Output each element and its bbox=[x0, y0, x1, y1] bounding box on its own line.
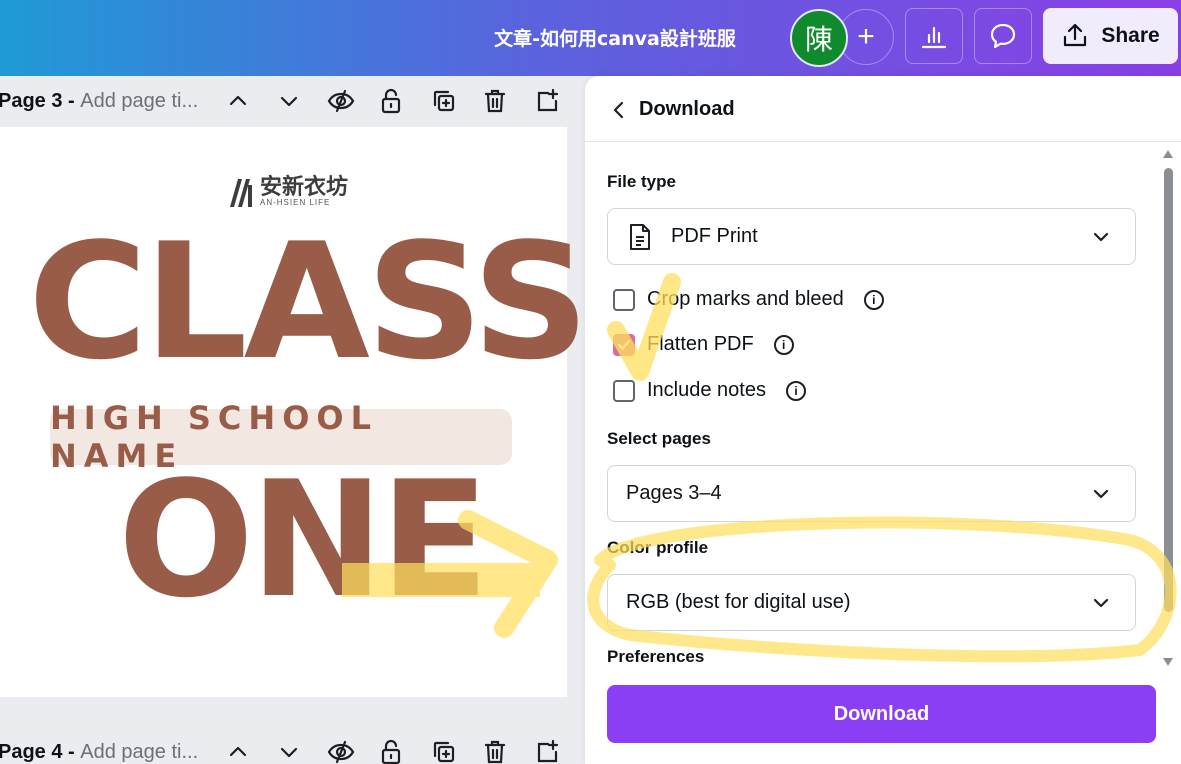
flatten-pdf-checkbox[interactable] bbox=[613, 333, 635, 356]
chevron-down-icon bbox=[280, 96, 298, 107]
share-label: Share bbox=[1101, 24, 1160, 47]
select-pages-dropdown[interactable]: Pages 3–4 bbox=[607, 465, 1136, 522]
file-type-value: PDF Print bbox=[671, 225, 758, 247]
page-4-header: Page 4 - Add page ti... bbox=[0, 727, 575, 764]
color-profile-label: Color profile bbox=[607, 538, 709, 557]
add-page-button[interactable] bbox=[532, 737, 562, 764]
page-4-title[interactable]: Page 4 - Add page ti... bbox=[0, 741, 198, 764]
editor-top-bar: 文章-如何用canva設計班服 + 陳 Share bbox=[0, 0, 1181, 76]
select-pages-value: Pages 3–4 bbox=[626, 482, 722, 504]
share-button[interactable]: Share bbox=[1043, 8, 1178, 64]
add-page-icon bbox=[537, 739, 559, 763]
download-button[interactable]: Download bbox=[607, 685, 1156, 743]
brand-logo[interactable]: 安新衣坊 AN-HSIEN LIFE bbox=[228, 174, 349, 207]
eye-slash-icon bbox=[327, 740, 355, 764]
comment-icon bbox=[990, 23, 1016, 49]
duplicate-icon bbox=[433, 90, 455, 112]
hide-page-button[interactable] bbox=[326, 86, 356, 116]
eye-slash-icon bbox=[327, 89, 355, 113]
info-icon[interactable]: i bbox=[785, 380, 806, 401]
file-type-select[interactable]: PDF Print bbox=[607, 208, 1136, 265]
chevron-down-icon bbox=[1093, 489, 1109, 499]
move-page-up-button[interactable] bbox=[223, 86, 253, 116]
duplicate-icon bbox=[433, 741, 455, 763]
insights-button[interactable] bbox=[905, 8, 963, 64]
select-pages-label: Select pages bbox=[607, 429, 711, 448]
plus-icon: + bbox=[857, 20, 875, 53]
page-3-number: Page 3 - bbox=[0, 89, 81, 112]
scroll-up-arrow-icon[interactable] bbox=[1163, 150, 1173, 158]
delete-page-button[interactable] bbox=[480, 86, 510, 116]
info-icon[interactable]: i bbox=[773, 334, 794, 355]
color-profile-value: RGB (best for digital use) bbox=[626, 591, 851, 613]
trash-icon bbox=[484, 89, 506, 113]
back-chevron-icon[interactable] bbox=[609, 100, 629, 120]
delete-page-button[interactable] bbox=[480, 737, 510, 764]
headline-one[interactable]: ONE bbox=[118, 460, 489, 620]
move-page-down-button[interactable] bbox=[274, 737, 304, 764]
upload-icon bbox=[1064, 23, 1087, 47]
headline-class[interactable]: CLASS bbox=[28, 222, 589, 382]
download-panel-title: Download bbox=[639, 98, 735, 120]
panel-scrollbar[interactable] bbox=[1161, 150, 1175, 690]
page-3-title-placeholder[interactable]: Add page ti... bbox=[80, 90, 198, 112]
move-page-down-button[interactable] bbox=[274, 86, 304, 116]
chevron-down-icon bbox=[280, 747, 298, 758]
move-page-up-button[interactable] bbox=[223, 737, 253, 764]
checkmark-icon bbox=[617, 339, 631, 350]
file-type-label: File type bbox=[607, 172, 676, 191]
chevron-down-icon bbox=[1093, 598, 1109, 608]
lock-icon bbox=[381, 739, 401, 764]
page-4-title-placeholder[interactable]: Add page ti... bbox=[80, 741, 198, 763]
lock-icon bbox=[381, 88, 401, 114]
page-4-number: Page 4 - bbox=[0, 740, 81, 763]
chevron-up-icon bbox=[229, 95, 247, 106]
design-page-3[interactable]: 安新衣坊 AN-HSIEN LIFE CLASS HIGH SCHOOL NAM… bbox=[0, 127, 589, 697]
download-panel-header: Download bbox=[585, 76, 1181, 142]
preferences-label: Preferences bbox=[607, 647, 705, 666]
info-icon[interactable]: i bbox=[863, 289, 884, 310]
chevron-up-icon bbox=[229, 746, 247, 757]
bar-chart-icon bbox=[921, 26, 947, 49]
include-notes-checkbox[interactable] bbox=[613, 379, 635, 402]
option-flatten-pdf[interactable]: Flatten PDF i bbox=[613, 333, 794, 356]
trash-icon bbox=[484, 740, 506, 764]
lock-page-button[interactable] bbox=[376, 86, 406, 116]
user-avatar[interactable]: 陳 bbox=[790, 9, 848, 67]
page-3-title[interactable]: Page 3 - Add page ti... bbox=[0, 90, 198, 113]
brand-logo-text: 安新衣坊 bbox=[260, 174, 349, 200]
duplicate-page-button[interactable] bbox=[429, 737, 459, 764]
brand-mark-icon bbox=[230, 179, 252, 207]
crop-marks-checkbox[interactable] bbox=[613, 288, 635, 311]
page-3-header: Page 3 - Add page ti... bbox=[0, 76, 575, 126]
lock-page-button[interactable] bbox=[376, 737, 406, 764]
download-panel: Download File type PDF Print Crop marks … bbox=[585, 76, 1181, 764]
duplicate-page-button[interactable] bbox=[429, 86, 459, 116]
scroll-thumb[interactable] bbox=[1164, 168, 1173, 612]
scroll-down-arrow-icon[interactable] bbox=[1163, 658, 1173, 666]
hide-page-button[interactable] bbox=[326, 737, 356, 764]
option-include-notes[interactable]: Include notes i bbox=[613, 379, 806, 402]
comments-button[interactable] bbox=[974, 8, 1032, 64]
chevron-down-icon bbox=[1093, 232, 1109, 242]
add-page-icon bbox=[537, 88, 559, 112]
color-profile-dropdown[interactable]: RGB (best for digital use) bbox=[607, 574, 1136, 631]
document-icon bbox=[630, 224, 650, 250]
flatten-pdf-label: Flatten PDF bbox=[647, 333, 754, 355]
crop-marks-label: Crop marks and bleed bbox=[647, 288, 844, 310]
include-notes-label: Include notes bbox=[647, 379, 766, 401]
document-title[interactable]: 文章-如何用canva設計班服 bbox=[450, 24, 780, 51]
option-crop-marks[interactable]: Crop marks and bleed i bbox=[613, 288, 884, 311]
add-page-button[interactable] bbox=[532, 86, 562, 116]
